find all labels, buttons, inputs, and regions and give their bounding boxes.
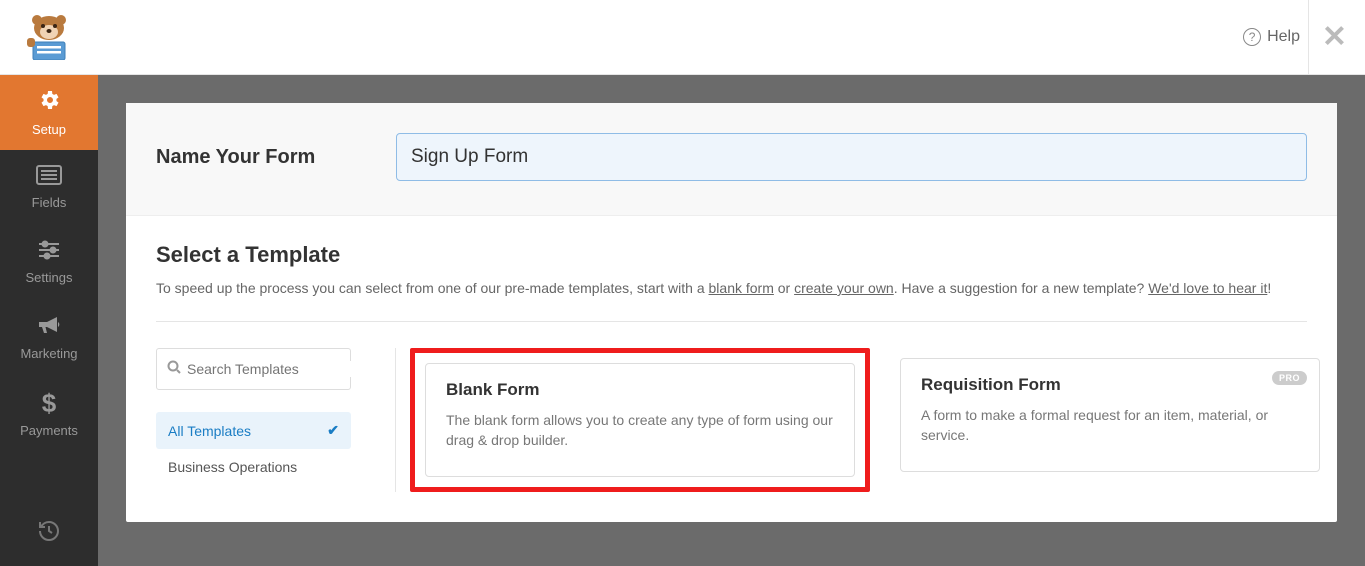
list-icon: [36, 165, 62, 191]
app-logo: [0, 0, 98, 75]
main-area: Name Your Form Select a Template To spee…: [98, 75, 1365, 566]
sidebar-label: Settings: [26, 270, 73, 285]
sidebar-item-fields[interactable]: Fields: [0, 150, 98, 225]
sidebar-label: Fields: [32, 195, 67, 210]
search-icon: [167, 360, 181, 379]
category-label: Business Operations: [168, 459, 297, 475]
select-template-desc: To speed up the process you can select f…: [156, 278, 1306, 299]
desc-text: !: [1267, 280, 1271, 296]
help-link[interactable]: ? Help: [1243, 28, 1300, 46]
create-your-own-link[interactable]: create your own: [794, 280, 894, 296]
template-card-blank-form[interactable]: Blank Form The blank form allows you to …: [425, 363, 855, 477]
sidebar-label: Marketing: [20, 346, 77, 361]
divider: [1308, 0, 1309, 74]
desc-text: To speed up the process you can select f…: [156, 280, 709, 296]
desc-text: . Have a suggestion for a new template?: [894, 280, 1148, 296]
help-label: Help: [1267, 28, 1300, 46]
category-business-operations[interactable]: Business Operations: [156, 449, 351, 485]
help-icon: ?: [1243, 28, 1261, 46]
sidebar-label: Payments: [20, 423, 78, 438]
divider: [156, 321, 1307, 322]
sliders-icon: [37, 240, 61, 266]
sidebar-item-settings[interactable]: Settings: [0, 225, 98, 300]
sidebar-footer[interactable]: [0, 501, 98, 566]
template-cards: Blank Form The blank form allows you to …: [395, 348, 1320, 492]
template-card-requisition-form[interactable]: PRO Requisition Form A form to make a fo…: [900, 358, 1320, 472]
history-icon: [36, 518, 62, 549]
sidebar: Setup Fields Settings Marketing $ Paymen…: [0, 75, 98, 566]
desc-text: or: [774, 280, 794, 296]
card-desc: A form to make a formal request for an i…: [921, 405, 1299, 446]
search-templates-input[interactable]: [187, 361, 368, 377]
name-row: Name Your Form: [126, 103, 1337, 216]
sidebar-label: Setup: [32, 122, 66, 137]
template-categories: All Templates ✔ Business Operations: [156, 348, 381, 492]
check-icon: ✔: [327, 422, 339, 439]
sidebar-item-marketing[interactable]: Marketing: [0, 300, 98, 375]
search-templates-box[interactable]: [156, 348, 351, 390]
template-card-highlight: Blank Form The blank form allows you to …: [410, 348, 870, 492]
select-template-heading: Select a Template: [156, 242, 1307, 268]
card-title: Requisition Form: [921, 375, 1299, 395]
close-button[interactable]: ✕: [1322, 20, 1347, 55]
setup-panel: Name Your Form Select a Template To spee…: [126, 103, 1337, 522]
sidebar-item-payments[interactable]: $ Payments: [0, 375, 98, 450]
topbar: ? Help ✕: [0, 0, 1365, 75]
dollar-icon: $: [42, 388, 56, 419]
suggestion-link[interactable]: We'd love to hear it: [1148, 280, 1267, 296]
card-title: Blank Form: [446, 380, 834, 400]
category-all-templates[interactable]: All Templates ✔: [156, 412, 351, 449]
form-name-input[interactable]: [396, 133, 1307, 181]
sidebar-item-setup[interactable]: Setup: [0, 75, 98, 150]
bullhorn-icon: [37, 314, 61, 342]
gear-icon: [37, 88, 61, 118]
card-desc: The blank form allows you to create any …: [446, 410, 834, 451]
category-label: All Templates: [168, 423, 251, 439]
pro-badge: PRO: [1272, 371, 1307, 385]
blank-form-link[interactable]: blank form: [709, 280, 774, 296]
name-form-label: Name Your Form: [156, 146, 356, 169]
